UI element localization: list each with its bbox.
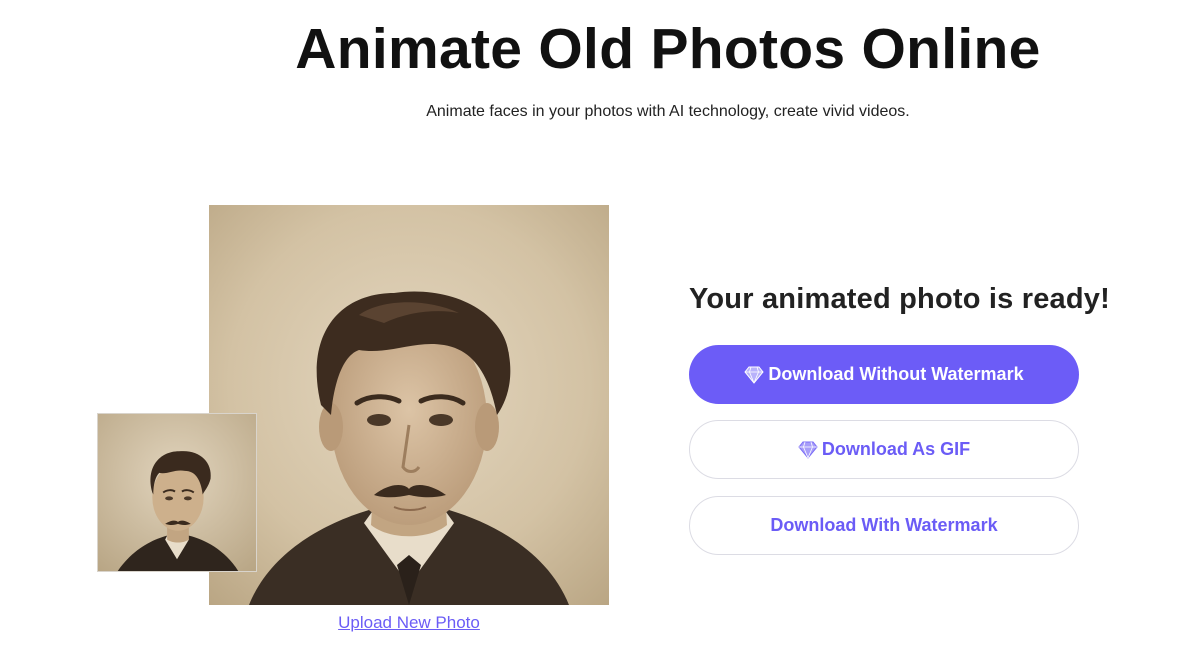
page-subtitle: Animate faces in your photos with AI tec… [426, 103, 910, 120]
download-without-watermark-button[interactable]: Download Without Watermark [689, 345, 1079, 404]
download-without-watermark-label: Download Without Watermark [768, 364, 1024, 384]
animated-photo [209, 205, 609, 605]
download-with-watermark-button[interactable]: Download With Watermark [689, 496, 1079, 555]
diamond-icon [744, 366, 765, 384]
download-as-gif-label: Download As GIF [821, 439, 971, 459]
download-as-gif-button[interactable]: Download As GIF [689, 420, 1079, 479]
download-with-watermark-label: Download With Watermark [770, 515, 998, 535]
diamond-icon [798, 441, 818, 459]
page: Animate Old Photos Online Animate faces … [0, 0, 1183, 665]
upload-new-photo-link[interactable]: Upload New Photo [309, 613, 509, 633]
page-title: Animate Old Photos Online [295, 17, 1041, 81]
original-photo-thumbnail [97, 413, 257, 572]
result-heading: Your animated photo is ready! [689, 283, 1110, 315]
